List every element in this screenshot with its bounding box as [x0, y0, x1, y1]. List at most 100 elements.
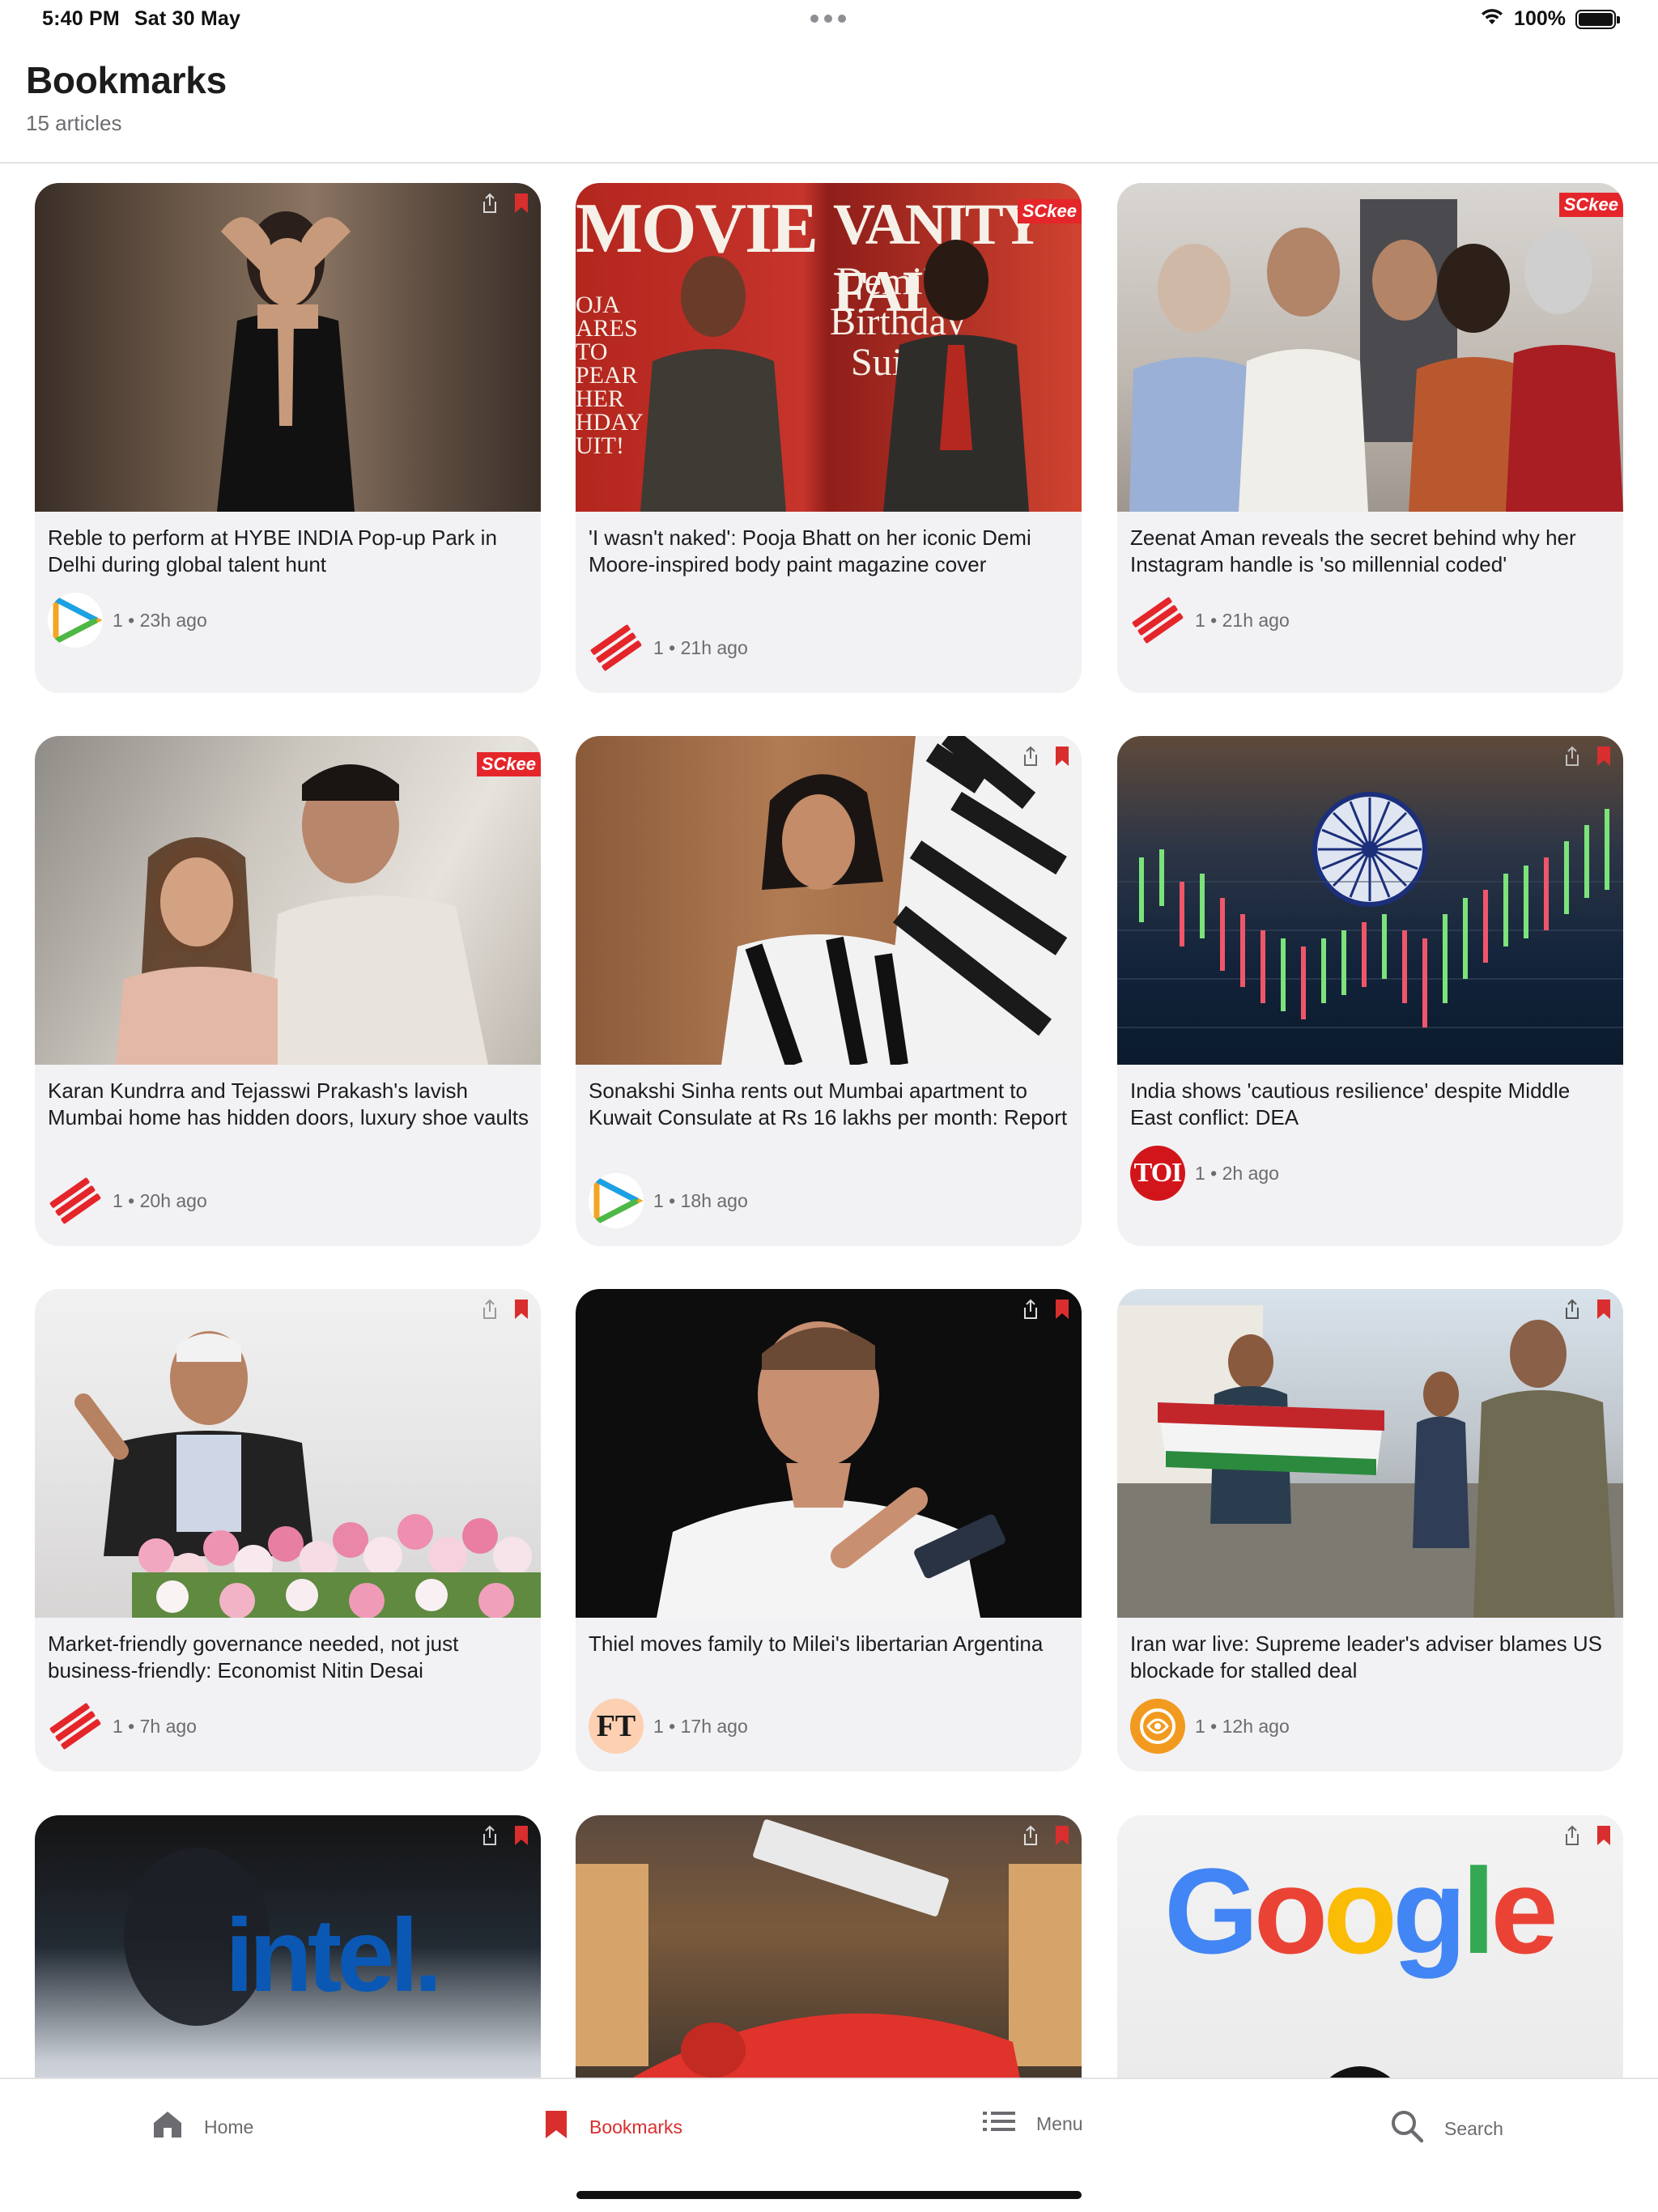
- play-logo-icon: [589, 1173, 644, 1228]
- express-logo-icon: [589, 620, 644, 675]
- tab-menu[interactable]: Menu: [983, 2110, 1083, 2138]
- article-meta-text: 1 • 21h ago: [653, 636, 748, 658]
- article-card[interactable]: India shows 'cautious resilience' despit…: [1117, 736, 1623, 1246]
- article-meta: 1 • 21h ago: [589, 620, 748, 675]
- article-image: [576, 1815, 1082, 2078]
- list-menu-icon: [983, 2110, 1015, 2138]
- article-meta-text: 1 • 2h ago: [1195, 1162, 1279, 1184]
- article-card[interactable]: Sonakshi Sinha rents out Mumbai apartmen…: [576, 736, 1082, 1246]
- share-icon[interactable]: [1563, 746, 1581, 767]
- bookmark-icon[interactable]: [1596, 1299, 1612, 1320]
- bookmark-icon[interactable]: [1054, 746, 1070, 767]
- article-meta: 1 • 7h ago: [48, 1699, 197, 1754]
- article-title: Zeenat Aman reveals the secret behind wh…: [1130, 525, 1576, 576]
- article-card[interactable]: Google: [1117, 1815, 1623, 2078]
- tab-search[interactable]: Search: [1391, 2110, 1503, 2147]
- card-actions: [1563, 746, 1612, 767]
- article-image: [35, 183, 541, 512]
- bookmark-icon[interactable]: [1596, 1825, 1612, 1846]
- status-time: 5:40 PM Sat 30 May: [42, 7, 240, 31]
- article-count: 15 articles: [26, 111, 122, 135]
- bookmark-icon[interactable]: [513, 1299, 529, 1320]
- article-image: [576, 1289, 1082, 1618]
- article-card[interactable]: MOVIE VANITY FAI OJA ARES TO PEAR HER HD…: [576, 183, 1082, 693]
- share-icon[interactable]: [1022, 1825, 1039, 1846]
- article-image: intel.: [35, 1815, 541, 2078]
- card-actions: [1022, 1299, 1070, 1320]
- bookmark-tab-icon: [544, 2110, 568, 2144]
- home-indicator[interactable]: [576, 2191, 1082, 2199]
- share-icon[interactable]: [481, 193, 499, 214]
- share-icon[interactable]: [481, 1299, 499, 1320]
- article-card[interactable]: intel.: [35, 1815, 541, 2078]
- bookmark-icon[interactable]: [1054, 1299, 1070, 1320]
- article-title: Iran war live: Supreme leader's adviser …: [1130, 1631, 1602, 1682]
- express-logo-icon: [48, 1699, 103, 1754]
- article-card[interactable]: Iran war live: Supreme leader's adviser …: [1117, 1289, 1623, 1772]
- article-image: [35, 1289, 541, 1618]
- tab-search-label: Search: [1444, 2117, 1503, 2139]
- ft-logo-icon: FT: [589, 1699, 644, 1754]
- share-icon[interactable]: [481, 1825, 499, 1846]
- tab-home-label: Home: [204, 2116, 254, 2138]
- article-title: Karan Kundrra and Tejasswi Prakash's lav…: [48, 1078, 529, 1129]
- tab-home[interactable]: Home: [152, 2110, 253, 2144]
- header-divider: [0, 162, 1658, 164]
- article-card[interactable]: [576, 1815, 1082, 2078]
- share-icon[interactable]: [1563, 1825, 1581, 1846]
- image-watermark: SCkee: [1558, 193, 1623, 217]
- article-meta: 1 • 20h ago: [48, 1173, 207, 1228]
- share-icon[interactable]: [1022, 746, 1039, 767]
- bookmark-icon[interactable]: [513, 1825, 529, 1846]
- toi-logo-icon: TOI: [1130, 1146, 1185, 1201]
- article-image: [1117, 736, 1623, 1065]
- card-actions: [1022, 1825, 1070, 1846]
- article-meta-text: 1 • 18h ago: [653, 1189, 748, 1211]
- article-image: [576, 736, 1082, 1065]
- intel-logo: intel.: [225, 1898, 443, 2014]
- article-meta: 1 • 18h ago: [589, 1173, 748, 1228]
- multitasking-dots-icon[interactable]: [810, 15, 846, 23]
- article-title: Reble to perform at HYBE INDIA Pop-up Pa…: [48, 525, 497, 576]
- article-image: SCkee: [1117, 183, 1623, 512]
- image-watermark: SCkee: [1017, 199, 1082, 223]
- article-meta-text: 1 • 20h ago: [113, 1189, 207, 1211]
- article-title: 'I wasn't naked': Pooja Bhatt on her ico…: [589, 525, 1031, 576]
- article-meta: TOI 1 • 2h ago: [1130, 1146, 1279, 1201]
- share-icon[interactable]: [1563, 1299, 1581, 1320]
- article-card[interactable]: SCkee Karan Kundrra and Tejasswi Prakash…: [35, 736, 541, 1246]
- article-meta-text: 1 • 23h ago: [113, 609, 207, 631]
- home-icon: [152, 2110, 183, 2144]
- bookmark-icon[interactable]: [513, 193, 529, 214]
- status-indicators: 100%: [1480, 7, 1620, 31]
- article-title: Sonakshi Sinha rents out Mumbai apartmen…: [589, 1078, 1068, 1129]
- card-actions: [481, 1299, 529, 1320]
- card-actions: [1563, 1825, 1612, 1846]
- share-icon[interactable]: [1022, 1299, 1039, 1320]
- tab-bookmarks-label: Bookmarks: [589, 2116, 683, 2138]
- article-meta-text: 1 • 7h ago: [113, 1715, 197, 1737]
- card-actions: [481, 193, 529, 214]
- status-bar: 5:40 PM Sat 30 May 100%: [0, 0, 1658, 39]
- battery-percent: 100%: [1514, 7, 1566, 30]
- express-logo-icon: [1130, 593, 1185, 648]
- article-meta-text: 1 • 21h ago: [1195, 609, 1290, 631]
- article-card[interactable]: Market-friendly governance needed, not j…: [35, 1289, 541, 1772]
- article-meta: FT 1 • 17h ago: [589, 1699, 748, 1754]
- search-icon: [1391, 2110, 1424, 2147]
- bookmark-icon[interactable]: [1054, 1825, 1070, 1846]
- battery-icon: [1575, 9, 1620, 29]
- article-card[interactable]: Thiel moves family to Milei's libertaria…: [576, 1289, 1082, 1772]
- wifi-icon: [1480, 7, 1504, 31]
- article-card[interactable]: SCkee Zeenat Aman reveals the secret beh…: [1117, 183, 1623, 693]
- bookmark-icon[interactable]: [1596, 746, 1612, 767]
- article-title: Market-friendly governance needed, not j…: [48, 1631, 459, 1682]
- page-title: Bookmarks: [26, 59, 227, 101]
- status-date: Sat 30 May: [134, 7, 241, 30]
- article-card[interactable]: Reble to perform at HYBE INDIA Pop-up Pa…: [35, 183, 541, 693]
- article-image: MOVIE VANITY FAI OJA ARES TO PEAR HER HD…: [576, 183, 1082, 512]
- tab-bookmarks[interactable]: Bookmarks: [544, 2110, 682, 2144]
- card-actions: [1022, 746, 1070, 767]
- express-logo-icon: [48, 1173, 103, 1228]
- play-logo-icon: [48, 593, 103, 648]
